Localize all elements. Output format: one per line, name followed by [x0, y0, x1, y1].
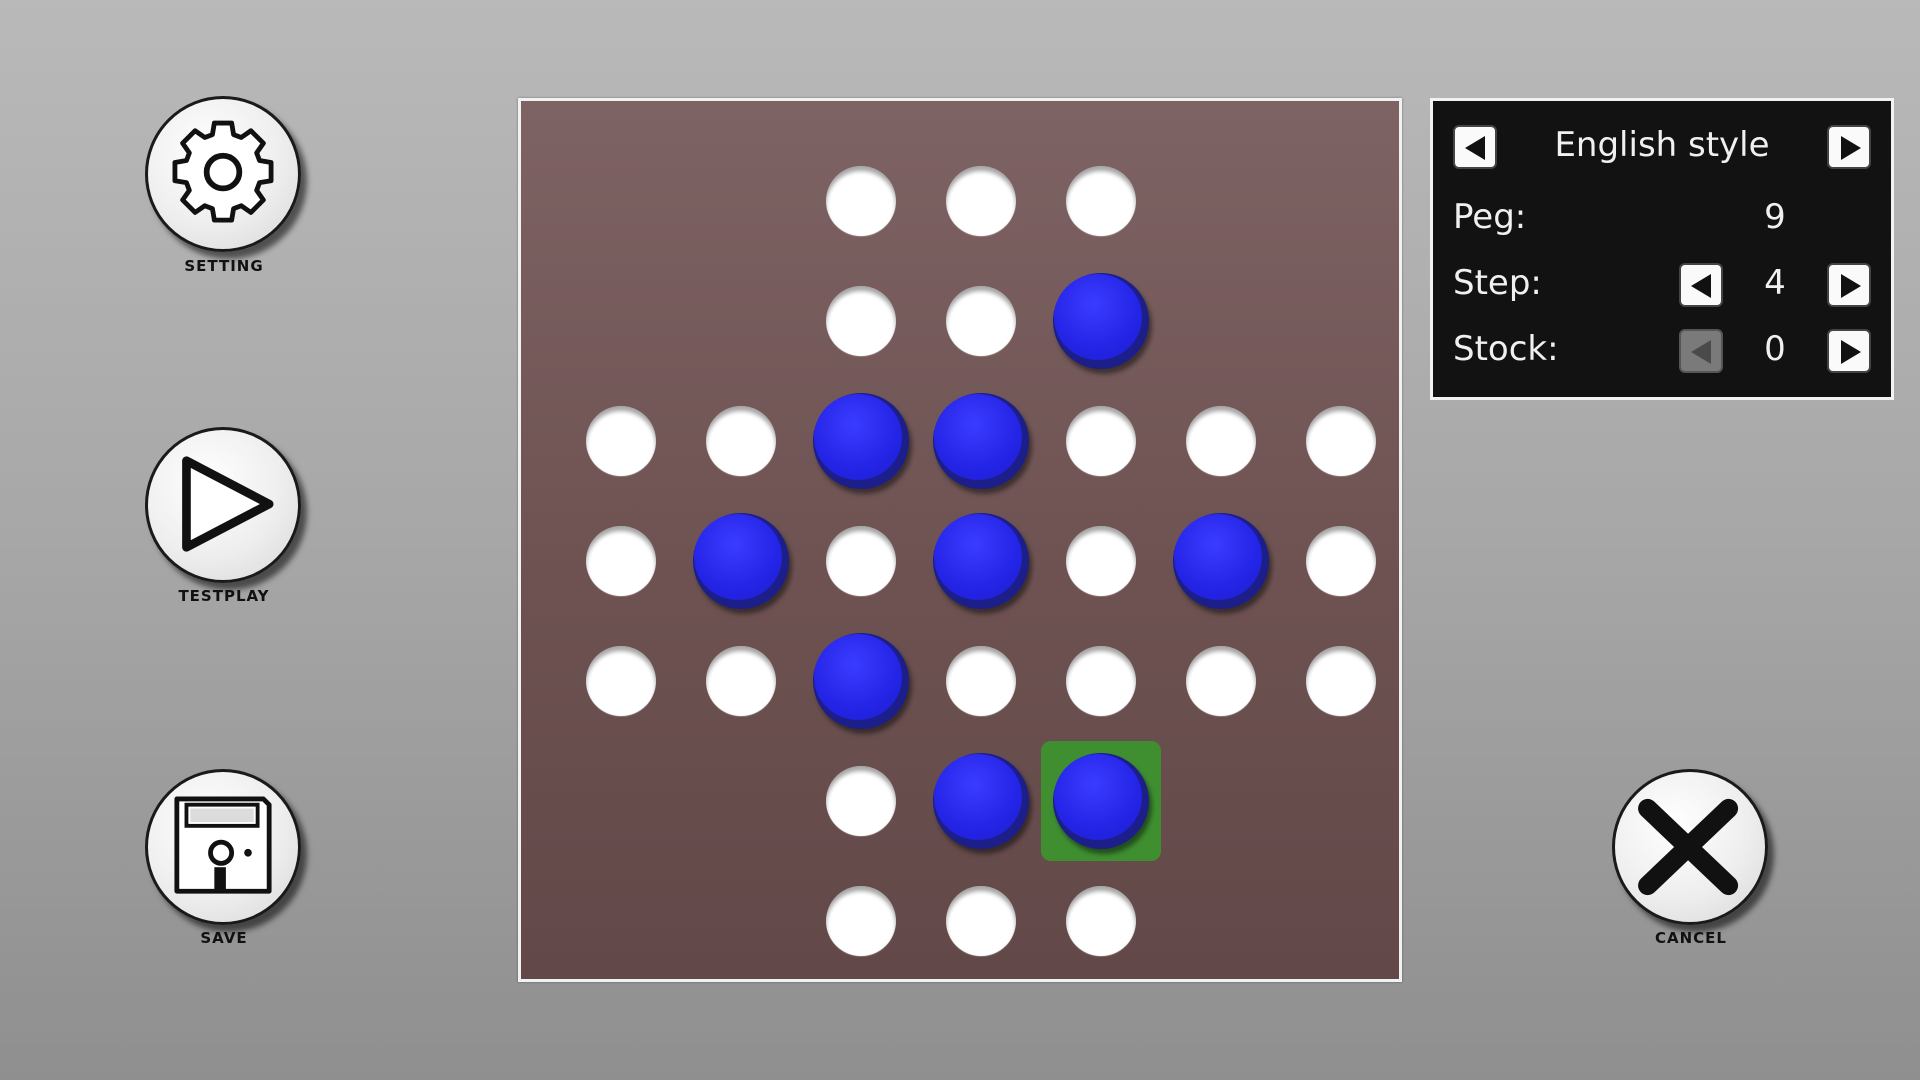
- board-cell[interactable]: [1281, 501, 1401, 621]
- peg-hole: [1306, 646, 1376, 716]
- arrow-left-icon: [1691, 274, 1711, 298]
- step-label: Step:: [1453, 263, 1542, 303]
- board-cell-selected[interactable]: [1041, 741, 1161, 861]
- board-cell[interactable]: [1041, 501, 1161, 621]
- board-cell[interactable]: [921, 741, 1041, 861]
- peg-hole: [706, 406, 776, 476]
- style-prev-button[interactable]: [1453, 125, 1497, 169]
- board-cell[interactable]: [681, 621, 801, 741]
- board-cell[interactable]: [921, 501, 1041, 621]
- board-cell[interactable]: [561, 381, 681, 501]
- peg-hole: [1306, 526, 1376, 596]
- testplay-button[interactable]: [145, 427, 301, 583]
- peg[interactable]: [813, 633, 909, 729]
- peg-value: 9: [1764, 197, 1786, 237]
- board-cell[interactable]: [1281, 621, 1401, 741]
- peg[interactable]: [933, 513, 1029, 609]
- peg[interactable]: [693, 513, 789, 609]
- peg-hole: [1186, 406, 1256, 476]
- board-cell[interactable]: [1161, 381, 1281, 501]
- peg-hole: [946, 166, 1016, 236]
- board-cell[interactable]: [801, 501, 921, 621]
- peg-hole: [826, 886, 896, 956]
- arrow-right-icon: [1841, 274, 1861, 298]
- board-cell[interactable]: [1041, 621, 1161, 741]
- board-cell[interactable]: [801, 741, 921, 861]
- step-increase-button[interactable]: [1827, 263, 1871, 307]
- peg[interactable]: [933, 753, 1029, 849]
- peg-hole: [706, 646, 776, 716]
- peg-hole: [826, 286, 896, 356]
- board-cell[interactable]: [1041, 861, 1161, 981]
- peg-hole: [1066, 646, 1136, 716]
- peg-hole: [1306, 406, 1376, 476]
- board-cell[interactable]: [681, 381, 801, 501]
- gear-icon: [172, 120, 274, 223]
- board-cell[interactable]: [681, 501, 801, 621]
- board-cell[interactable]: [921, 141, 1041, 261]
- game-board: [518, 98, 1402, 982]
- floppy-disk-icon: [174, 796, 272, 894]
- board-cell[interactable]: [1041, 261, 1161, 381]
- board-cell[interactable]: [1281, 381, 1401, 501]
- peg-hole: [1066, 166, 1136, 236]
- peg[interactable]: [1053, 753, 1149, 849]
- peg[interactable]: [933, 393, 1029, 489]
- peg-hole: [586, 526, 656, 596]
- board-cell[interactable]: [801, 261, 921, 381]
- peg-hole: [946, 886, 1016, 956]
- board-cell[interactable]: [801, 861, 921, 981]
- stock-decrease-button[interactable]: [1679, 329, 1723, 373]
- stock-value: 0: [1764, 329, 1786, 369]
- peg-label: Peg:: [1453, 197, 1527, 237]
- peg-hole: [946, 646, 1016, 716]
- arrow-right-icon: [1841, 136, 1861, 160]
- peg-hole: [1066, 886, 1136, 956]
- board-cell[interactable]: [1041, 141, 1161, 261]
- board-cell[interactable]: [561, 621, 681, 741]
- style-next-button[interactable]: [1827, 125, 1871, 169]
- setting-button[interactable]: [145, 96, 301, 252]
- peg-hole: [826, 766, 896, 836]
- board-cell[interactable]: [1161, 621, 1281, 741]
- peg[interactable]: [1053, 273, 1149, 369]
- peg-hole: [826, 166, 896, 236]
- peg-hole: [826, 526, 896, 596]
- peg-hole: [1066, 406, 1136, 476]
- board-cell[interactable]: [561, 501, 681, 621]
- stock-increase-button[interactable]: [1827, 329, 1871, 373]
- board-cell[interactable]: [801, 141, 921, 261]
- puzzle-info-panel: English style Peg: 9 Step: 4 Stock: 0: [1430, 98, 1894, 400]
- board-cell[interactable]: [921, 621, 1041, 741]
- step-decrease-button[interactable]: [1679, 263, 1723, 307]
- peg-hole: [586, 406, 656, 476]
- board-cell[interactable]: [801, 621, 921, 741]
- arrow-left-icon: [1465, 136, 1485, 160]
- arrow-right-icon: [1841, 340, 1861, 364]
- peg-hole: [946, 286, 1016, 356]
- board-cell[interactable]: [921, 381, 1041, 501]
- cancel-button[interactable]: [1612, 769, 1768, 925]
- peg-hole: [1186, 646, 1256, 716]
- save-button[interactable]: [145, 769, 301, 925]
- board-cell[interactable]: [921, 261, 1041, 381]
- peg[interactable]: [813, 393, 909, 489]
- peg-hole: [586, 646, 656, 716]
- stock-label: Stock:: [1453, 329, 1559, 369]
- peg[interactable]: [1173, 513, 1269, 609]
- close-icon: [1638, 798, 1739, 896]
- testplay-label: TESTPLAY: [178, 587, 270, 605]
- step-value: 4: [1764, 263, 1786, 303]
- board-cell[interactable]: [1161, 501, 1281, 621]
- board-cell[interactable]: [1041, 381, 1161, 501]
- save-label: SAVE: [200, 929, 248, 947]
- board-cell[interactable]: [801, 381, 921, 501]
- arrow-left-icon: [1691, 340, 1711, 364]
- play-icon: [182, 456, 274, 552]
- setting-label: SETTING: [184, 257, 264, 275]
- cancel-label: CANCEL: [1655, 929, 1727, 947]
- board-cell[interactable]: [921, 861, 1041, 981]
- peg-hole: [1066, 526, 1136, 596]
- style-name: English style: [1554, 125, 1770, 165]
